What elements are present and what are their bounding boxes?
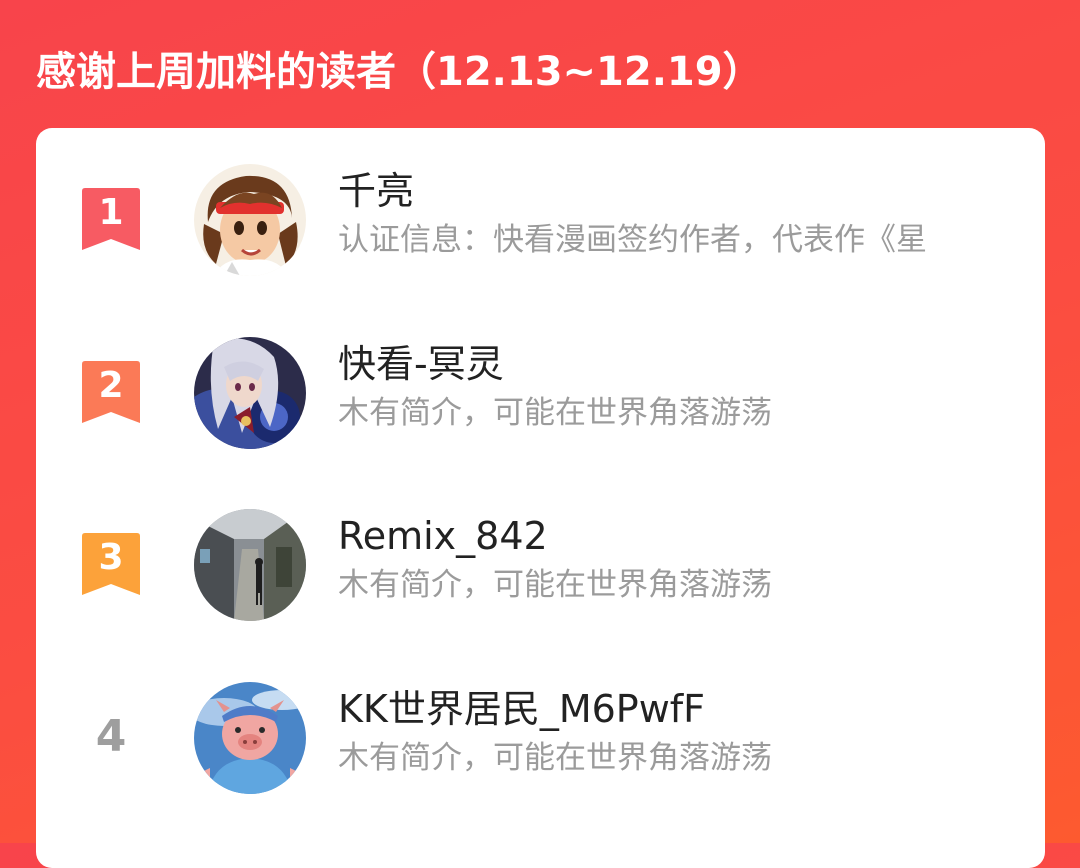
- reader-row[interactable]: 3 Remix_842 木有简介，可能在世界角落游荡: [36, 503, 1045, 653]
- reader-row[interactable]: 1 千亮 认证信息：快看漫画签约作者，代表作《星: [36, 158, 1045, 308]
- reader-desc: 木有简介，可能在世界角落游荡: [338, 740, 772, 776]
- street-photo-avatar-icon[interactable]: [194, 509, 306, 621]
- rank-badge-1: 1: [82, 188, 140, 250]
- pig-character-avatar-icon[interactable]: [194, 682, 306, 794]
- rank-number: 1: [98, 192, 123, 233]
- readers-list-card: 1 千亮 认证信息：快看漫画签约作者，代表作《星 2 快看-冥灵 木有简介，可能…: [36, 128, 1045, 868]
- anime-avatar-silver-hair-icon[interactable]: [194, 337, 306, 449]
- rank-number: 4: [95, 711, 127, 762]
- reader-name[interactable]: Remix_842: [338, 511, 548, 561]
- reader-desc: 木有简介，可能在世界角落游荡: [338, 395, 772, 431]
- reader-row[interactable]: 4 KK世界居民_M6PwfF 木有简介，可能在世界角落游荡: [36, 676, 1045, 826]
- reader-name[interactable]: 快看-冥灵: [338, 339, 504, 389]
- reader-row[interactable]: 2 快看-冥灵 木有简介，可能在世界角落游荡: [36, 331, 1045, 481]
- rank-badge-2: 2: [82, 361, 140, 423]
- reader-name[interactable]: 千亮: [338, 166, 414, 216]
- rank-number: 2: [98, 365, 123, 406]
- reader-desc: 认证信息：快看漫画签约作者，代表作《星: [338, 222, 927, 258]
- page-title: 感谢上周加料的读者（12.13~12.19）: [36, 49, 763, 95]
- rank-badge-3: 3: [82, 533, 140, 595]
- reader-name[interactable]: KK世界居民_M6PwfF: [338, 684, 705, 734]
- reader-desc: 木有简介，可能在世界角落游荡: [338, 567, 772, 603]
- rank-number: 3: [98, 537, 123, 578]
- anime-avatar-headband-icon[interactable]: [194, 164, 306, 276]
